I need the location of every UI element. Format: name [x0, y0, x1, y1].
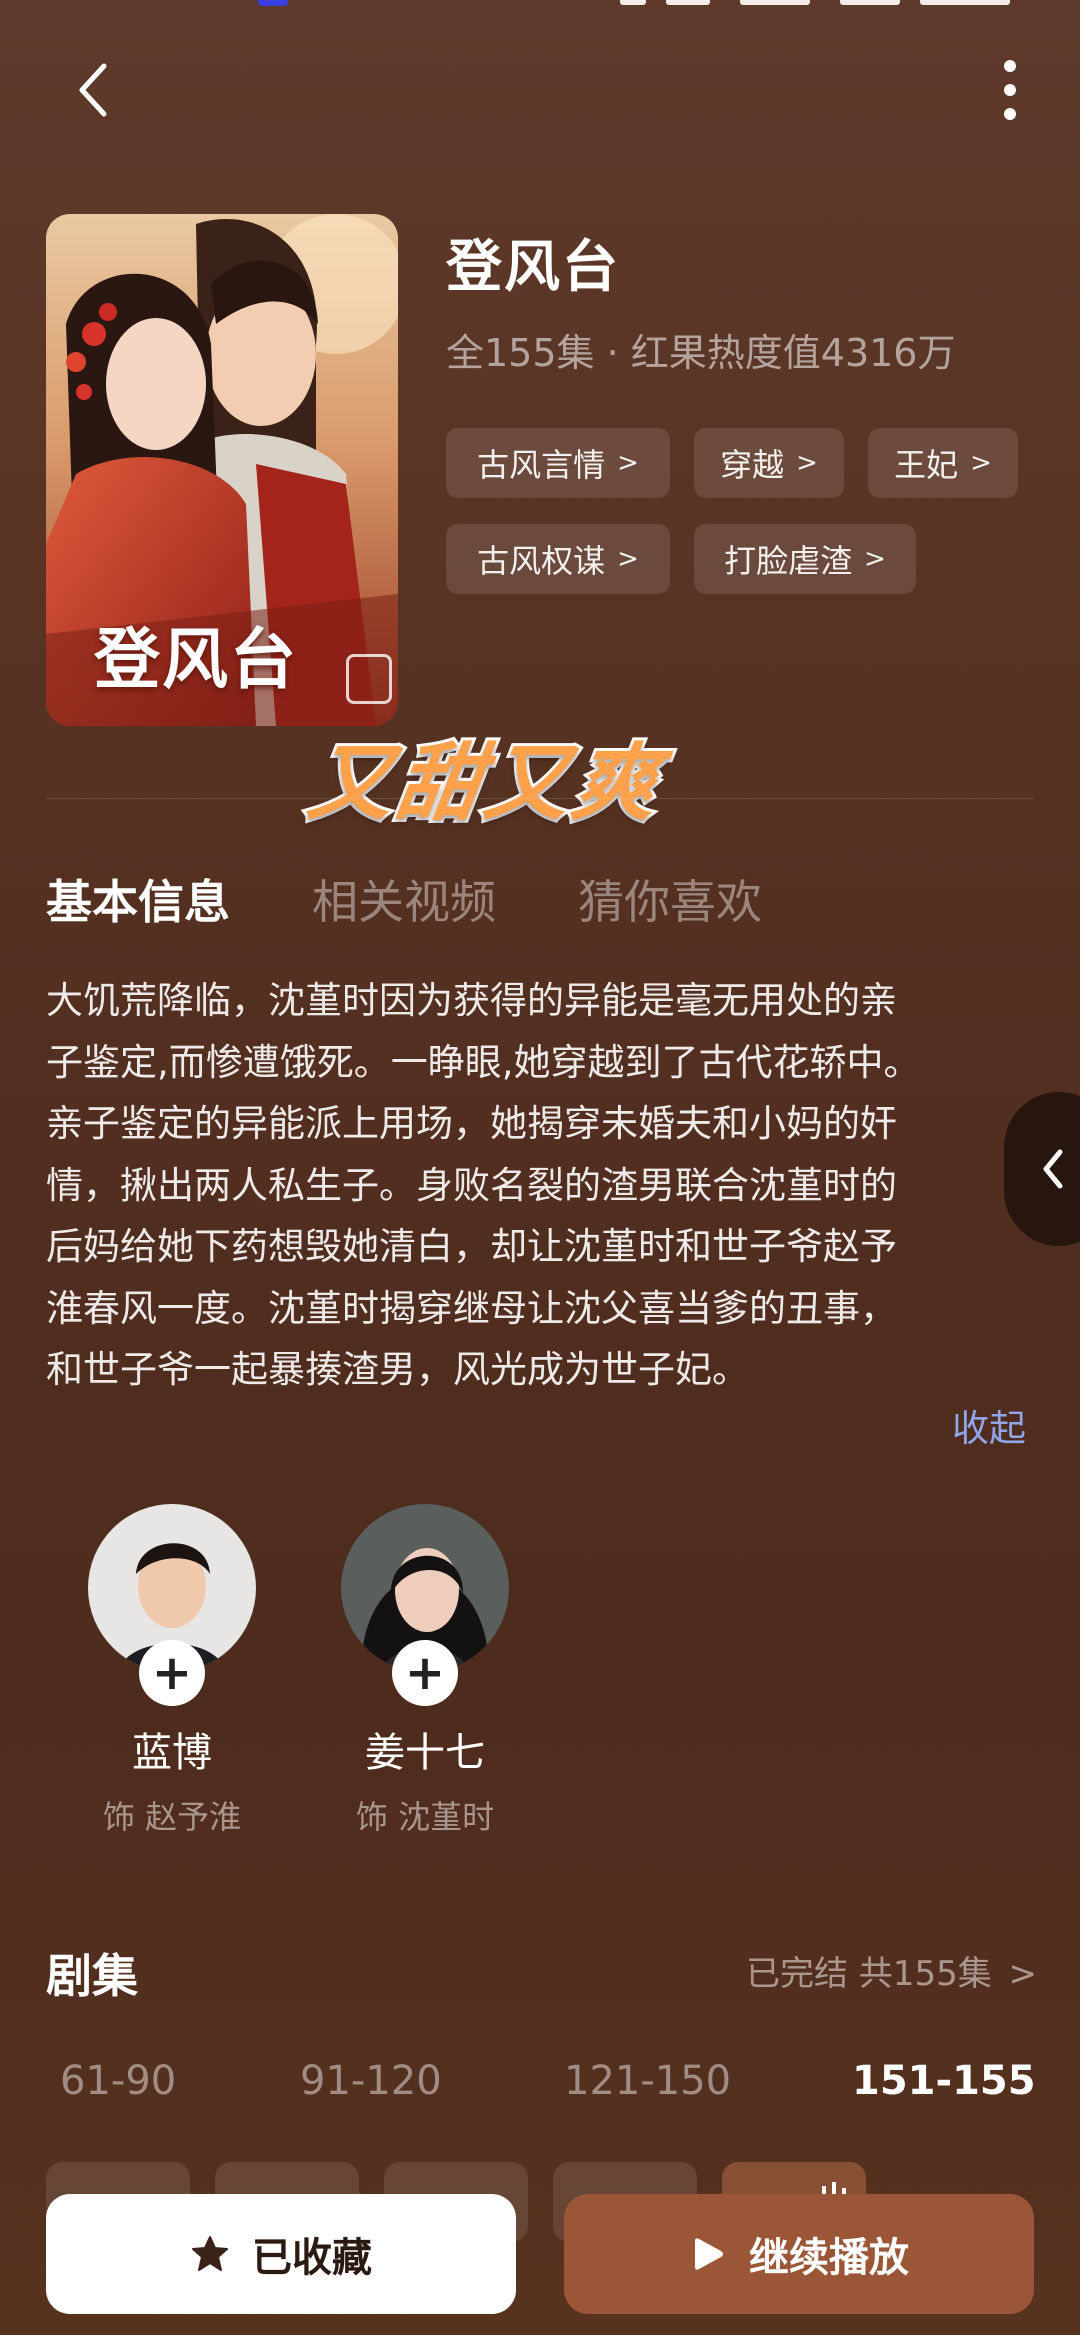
tag-label: 王妃 — [894, 446, 959, 484]
tab-basic-info[interactable]: 基本信息 — [46, 866, 230, 932]
episode-range-tab[interactable]: 151-155 — [852, 2058, 1036, 2104]
chevron-left-icon — [79, 63, 107, 117]
chevron-left-icon — [1043, 1149, 1063, 1189]
episode-range-tab[interactable]: 61-90 — [60, 2058, 176, 2104]
status-icons — [620, 0, 1040, 6]
back-button[interactable] — [70, 58, 120, 122]
description-line: 和世子爷一起暴揍渣男，风光成为世子妃。 — [46, 1348, 749, 1391]
chevron-right-icon: > — [796, 448, 818, 478]
cast-name: 姜十七 — [365, 1730, 485, 1776]
side-panel-handle[interactable] — [1004, 1092, 1080, 1246]
description: 大饥荒降临，沈堇时因为获得的异能是毫无用处的亲 子鉴定,而惨遭饿死。一睁眼,她穿… — [46, 970, 1036, 1401]
tag-chip[interactable]: 古风权谋 > — [446, 524, 670, 594]
chevron-right-icon: > — [1008, 1954, 1038, 1994]
sticker-text: 又甜又爽 — [299, 731, 671, 835]
collapse-link[interactable]: 收起 — [952, 1398, 1026, 1452]
chevron-right-icon: > — [617, 544, 639, 574]
notification-icon — [258, 0, 288, 6]
description-line: 亲子鉴定的异能派上用场，她揭穿未婚夫和小妈的奸 — [46, 1102, 897, 1145]
star-icon — [192, 2236, 228, 2271]
description-line: 大饥荒降临，沈堇时因为获得的异能是毫无用处的亲 — [46, 979, 897, 1022]
tab-recommendations[interactable]: 猜你喜欢 — [578, 866, 762, 932]
tag-label: 穿越 — [720, 446, 785, 484]
tag-chip[interactable]: 打脸虐渣 > — [694, 524, 916, 594]
cast-card[interactable]: + — [341, 1504, 509, 1706]
poster-title: 登风台 — [94, 620, 298, 698]
drama-meta: 全155集 · 红果热度值4316万 — [446, 331, 956, 375]
tag-chip[interactable]: 穿越 > — [694, 428, 844, 498]
tag-label: 古风权谋 — [477, 542, 606, 580]
episodes-status-link[interactable]: 已完结 共155集 > — [746, 1946, 1037, 1995]
description-line: 后妈给她下药想毁她清白，却让沈堇时和世子爷赵予 — [46, 1225, 897, 1268]
divider — [46, 798, 1034, 799]
continue-play-button[interactable]: 继续播放 — [564, 2194, 1034, 2314]
description-line: 子鉴定,而惨遭饿死。一睁眼,她穿越到了古代花轿中。 — [46, 1040, 921, 1084]
cast-name: 蓝博 — [132, 1730, 212, 1776]
favorite-button[interactable]: 已收藏 — [46, 2194, 516, 2314]
cast-card[interactable]: + — [88, 1504, 256, 1706]
continue-play-label: 继续播放 — [749, 2235, 909, 2281]
status-bar — [0, 0, 1080, 8]
chevron-right-icon: > — [617, 448, 639, 478]
copy-icon — [346, 654, 392, 704]
chevron-right-icon: > — [864, 544, 886, 574]
episode-range-tab[interactable]: 121-150 — [564, 2058, 731, 2104]
episodes-title: 剧集 — [46, 1949, 138, 2003]
favorite-label: 已收藏 — [252, 2235, 372, 2281]
more-vertical-icon — [1004, 60, 1016, 120]
description-line: 淮春风一度。沈堇时揭穿继母让沈父喜当爹的丑事， — [46, 1286, 897, 1330]
cast-role: 饰 沈堇时 — [355, 1798, 495, 1836]
tag-label: 古风言情 — [477, 446, 606, 484]
chevron-right-icon: > — [970, 448, 992, 478]
tab-related-videos[interactable]: 相关视频 — [312, 866, 496, 932]
follow-button[interactable]: + — [139, 1640, 205, 1706]
follow-button[interactable]: + — [392, 1640, 458, 1706]
drama-title: 登风台 — [446, 235, 620, 300]
episodes-status: 已完结 共155集 — [746, 1954, 992, 1994]
tag-chip[interactable]: 王妃 > — [868, 428, 1018, 498]
tag-label: 打脸虐渣 — [724, 542, 853, 580]
episode-range-tab[interactable]: 91-120 — [300, 2058, 442, 2104]
cast-role: 饰 赵予淮 — [102, 1798, 242, 1836]
play-icon — [695, 2238, 723, 2270]
description-line: 情，揪出两人私生子。身败名裂的渣男联合沈堇时的 — [46, 1163, 897, 1207]
poster-image[interactable]: 登风台 — [46, 214, 398, 726]
more-button[interactable] — [990, 56, 1030, 126]
tag-chip[interactable]: 古风言情 > — [446, 428, 670, 498]
